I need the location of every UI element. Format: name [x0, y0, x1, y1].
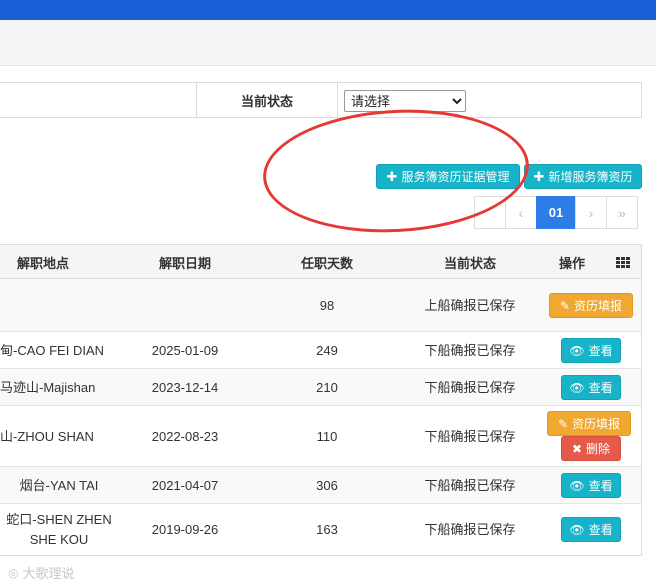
view-button[interactable]: 👁 查看 [561, 375, 621, 400]
cell-status: 下船确报已保存 [424, 522, 516, 537]
fill-record-label: 资历填报 [572, 417, 621, 431]
watermark-logo-icon: ◎ [8, 565, 19, 580]
header-date[interactable]: 解职日期 [118, 245, 252, 279]
table-row: 蛇口-SHEN ZHEN SHE KOU 2019-09-26 163 下船确报… [0, 504, 641, 556]
table-header: 解职地点 解职日期 任职天数 当前状态 操作 [0, 245, 641, 279]
view-label: 查看 [588, 523, 613, 537]
edit-icon: ✎ [557, 416, 569, 431]
cell-days: 249 [316, 342, 338, 358]
eye-icon: 👁 [569, 380, 585, 395]
table-row: 烟台-YAN TAI 2021-04-07 306 下船确报已保存 👁 查看 [0, 467, 641, 504]
delete-label: 删除 [586, 442, 611, 456]
cell-date: 2025-01-09 [151, 342, 219, 358]
edit-icon: ✎ [559, 298, 571, 313]
cell-date: 2019-09-26 [151, 522, 219, 537]
header-actions: 操作 [558, 255, 585, 271]
cell-location: 山-ZHOU SHAN [0, 428, 94, 444]
cell-location: 蛇口-SHEN ZHEN SHE KOU [6, 512, 112, 547]
cell-days: 98 [319, 297, 335, 313]
view-label: 查看 [588, 344, 613, 358]
watermark: ◎ 大歌理说 [8, 563, 75, 582]
table-row: 山-ZHOU SHAN 2022-08-23 110 下船确报已保存 ✎ 资历填… [0, 406, 641, 467]
cell-status: 上船确报已保存 [424, 297, 516, 313]
cell-location [0, 279, 118, 332]
view-button[interactable]: 👁 查看 [561, 473, 621, 498]
cert-manage-button[interactable]: ✚ 服务簿资历证据管理 [376, 164, 520, 189]
filter-bar: 当前状态 请选择 [0, 82, 642, 118]
header-location[interactable]: 解职地点 [0, 245, 86, 279]
fill-record-button[interactable]: ✎ 资历填报 [547, 411, 631, 436]
header-status[interactable]: 当前状态 [392, 245, 548, 279]
add-record-label: 新增服务簿资历 [548, 170, 633, 184]
cell-date: 2023-12-14 [151, 379, 219, 395]
cell-date: 2022-08-23 [151, 428, 219, 444]
view-label: 查看 [588, 479, 613, 493]
records-table: 解职地点 解职日期 任职天数 当前状态 操作 98 上船确报已保存 ✎ 资历填报… [0, 244, 642, 556]
cell-location: 马迹山-Majishan [0, 379, 96, 395]
table-row: 甸-CAO FEI DIAN 2025-01-09 249 下船确报已保存 👁 … [0, 332, 641, 369]
cell-status: 下船确报已保存 [424, 379, 516, 395]
pagination: ‹ 01 › » [474, 196, 638, 229]
eye-icon: 👁 [569, 343, 585, 358]
fill-record-label: 资历填报 [574, 299, 623, 313]
current-page-button[interactable]: 01 [536, 196, 576, 229]
view-button[interactable]: 👁 查看 [561, 517, 621, 542]
prev-page-button[interactable]: ‹ [505, 196, 537, 229]
eye-icon: 👁 [569, 478, 585, 493]
remove-icon: ✖ [571, 441, 583, 456]
cell-status: 下船确报已保存 [424, 428, 516, 444]
view-button[interactable]: 👁 查看 [561, 338, 621, 363]
table-row: 98 上船确报已保存 ✎ 资历填报 [0, 279, 641, 332]
sub-header-bar [0, 20, 656, 66]
watermark-text: 大歌理说 [22, 566, 75, 581]
cell-location: 烟台-YAN TAI [19, 477, 99, 493]
plus-icon: ✚ [533, 168, 545, 184]
cell-days: 110 [316, 428, 338, 444]
eye-icon: 👁 [569, 522, 585, 537]
cell-date [118, 279, 252, 332]
cell-location: 甸-CAO FEI DIAN [0, 342, 105, 358]
cell-status: 下船确报已保存 [424, 477, 516, 493]
last-page-button[interactable]: » [606, 196, 638, 229]
cell-status: 下船确报已保存 [424, 342, 516, 358]
top-navbar [0, 0, 656, 20]
cell-days: 163 [316, 522, 338, 537]
header-days[interactable]: 任职天数 [262, 245, 392, 279]
cell-date: 2021-04-07 [151, 477, 219, 493]
plus-icon: ✚ [386, 168, 398, 184]
next-page-button[interactable]: › [575, 196, 607, 229]
table-row: 马迹山-Majishan 2023-12-14 210 下船确报已保存 👁 查看 [0, 369, 641, 406]
view-label: 查看 [588, 381, 613, 395]
cell-days: 210 [316, 379, 338, 395]
cell-days: 306 [316, 477, 338, 493]
add-record-button[interactable]: ✚ 新增服务簿资历 [524, 164, 642, 189]
cert-manage-label: 服务簿资历证据管理 [401, 170, 510, 184]
delete-button[interactable]: ✖ 删除 [561, 436, 621, 461]
status-select[interactable]: 请选择 [344, 90, 466, 112]
fill-record-button[interactable]: ✎ 资历填报 [549, 293, 633, 318]
page-blank [474, 196, 506, 229]
status-filter-label: 当前状态 [196, 83, 338, 117]
columns-grid-icon[interactable] [616, 257, 630, 269]
